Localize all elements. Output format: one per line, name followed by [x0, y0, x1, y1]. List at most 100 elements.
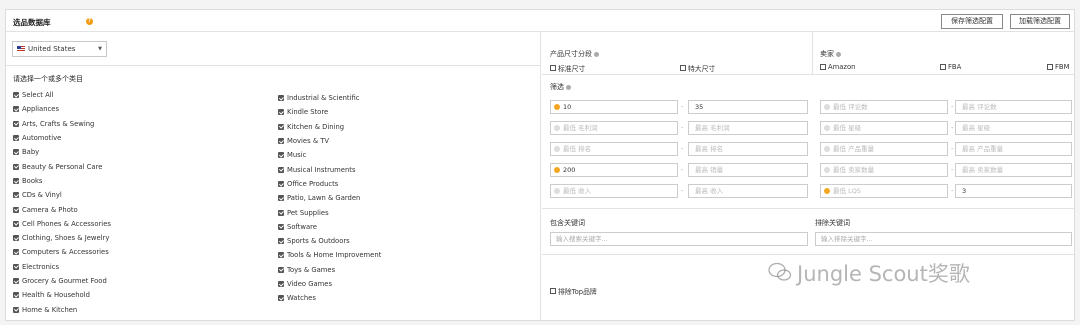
checkbox-checked-icon[interactable] — [13, 220, 19, 227]
category-checkbox[interactable]: Kitchen & Dining — [278, 120, 381, 134]
seller-fba-checkbox[interactable]: FBA — [940, 63, 961, 71]
category-checkbox[interactable]: Kindle Store — [278, 105, 381, 119]
filter-b-max-input[interactable]: 最高 星级 — [955, 121, 1072, 135]
category-checkbox[interactable]: Select All — [13, 88, 111, 102]
checkbox-checked-icon[interactable] — [13, 292, 19, 299]
exclude-top-brands-checkbox[interactable]: 排除Top品牌 — [550, 286, 597, 296]
filter-b-min-input[interactable]: 最低 星级 — [820, 121, 948, 135]
category-checkbox[interactable]: Musical Instruments — [278, 162, 381, 176]
checkbox-box[interactable] — [1047, 64, 1053, 70]
checkbox-checked-icon[interactable] — [13, 206, 19, 213]
checkbox-box[interactable] — [940, 64, 946, 70]
checkbox-checked-icon[interactable] — [13, 163, 19, 170]
category-checkbox[interactable]: Appliances — [13, 102, 111, 116]
filter-b-max-input[interactable]: 最高 卖家数量 — [955, 163, 1072, 177]
checkbox-checked-icon[interactable] — [278, 180, 284, 187]
checkbox-checked-icon[interactable] — [13, 306, 19, 313]
category-checkbox[interactable]: Clothing, Shoes & Jewelry — [13, 231, 111, 245]
checkbox-checked-icon[interactable] — [278, 95, 284, 102]
category-checkbox[interactable]: Watches — [278, 291, 381, 305]
size-standard-checkbox[interactable]: 标准尺寸 — [550, 63, 585, 73]
save-filter-button[interactable]: 保存筛选配置 — [941, 14, 1003, 29]
checkbox-box[interactable] — [550, 65, 556, 71]
filter-b-min-input[interactable]: 最低 LQS — [820, 184, 948, 198]
checkbox-checked-icon[interactable] — [278, 152, 284, 159]
filter-b-min-input[interactable]: 最低 评论数 — [820, 100, 948, 114]
checkbox-checked-icon[interactable] — [13, 177, 19, 184]
exclude-keywords-input[interactable]: 输入排除关键字... — [815, 232, 1072, 246]
category-checkbox[interactable]: Electronics — [13, 260, 111, 274]
checkbox-checked-icon[interactable] — [13, 235, 19, 242]
seller-amazon-checkbox[interactable]: Amazon — [820, 63, 855, 71]
category-checkbox[interactable]: Toys & Games — [278, 263, 381, 277]
checkbox-checked-icon[interactable] — [13, 106, 19, 113]
category-checkbox[interactable]: Movies & TV — [278, 134, 381, 148]
checkbox-checked-icon[interactable] — [278, 266, 284, 273]
filter-b-max-input[interactable]: 最高 产品重量 — [955, 142, 1072, 156]
filter-a-max-input[interactable]: 最高 销量 — [688, 163, 808, 177]
category-checkbox[interactable]: Sports & Outdoors — [278, 234, 381, 248]
filter-a-min-input[interactable]: 最低 排名 — [550, 142, 678, 156]
filter-a-min-input[interactable]: 10 — [550, 100, 678, 114]
category-checkbox[interactable]: Industrial & Scientific — [278, 91, 381, 105]
category-checkbox[interactable]: Cell Phones & Accessories — [13, 217, 111, 231]
checkbox-checked-icon[interactable] — [13, 135, 19, 142]
filter-b-min-input[interactable]: 最低 产品重量 — [820, 142, 948, 156]
size-oversize-checkbox[interactable]: 特大尺寸 — [680, 63, 715, 73]
checkbox-checked-icon[interactable] — [13, 120, 19, 127]
help-icon[interactable]: ? — [86, 18, 93, 25]
filter-a-min-input[interactable]: 最低 收入 — [550, 184, 678, 198]
checkbox-checked-icon[interactable] — [278, 295, 284, 302]
checkbox-box[interactable] — [820, 64, 826, 70]
load-filter-button[interactable]: 加载筛选配置 — [1010, 14, 1070, 29]
checkbox-checked-icon[interactable] — [278, 238, 284, 245]
country-select[interactable]: United States ▼ — [12, 41, 107, 57]
checkbox-box[interactable] — [680, 65, 686, 71]
checkbox-checked-icon[interactable] — [13, 263, 19, 270]
category-checkbox[interactable]: Tools & Home Improvement — [278, 248, 381, 262]
filter-a-max-input[interactable]: 最高 排名 — [688, 142, 808, 156]
filter-a-max-input[interactable]: 最高 收入 — [688, 184, 808, 198]
checkbox-checked-icon[interactable] — [13, 149, 19, 156]
checkbox-checked-icon[interactable] — [278, 166, 284, 173]
category-checkbox[interactable]: Camera & Photo — [13, 202, 111, 216]
checkbox-checked-icon[interactable] — [278, 138, 284, 145]
include-keywords-input[interactable]: 输入搜索关键字... — [550, 232, 808, 246]
checkbox-checked-icon[interactable] — [278, 223, 284, 230]
category-checkbox[interactable]: Music — [278, 148, 381, 162]
checkbox-checked-icon[interactable] — [278, 209, 284, 216]
checkbox-checked-icon[interactable] — [278, 109, 284, 116]
checkbox-checked-icon[interactable] — [278, 281, 284, 287]
category-checkbox[interactable]: Baby — [13, 145, 111, 159]
filter-a-max-input[interactable]: 最高 毛利润 — [688, 121, 808, 135]
category-checkbox[interactable]: Computers & Accessories — [13, 245, 111, 259]
category-checkbox[interactable]: Office Products — [278, 177, 381, 191]
category-checkbox[interactable]: Beauty & Personal Care — [13, 159, 111, 173]
checkbox-checked-icon[interactable] — [13, 92, 19, 99]
category-checkbox[interactable]: Grocery & Gourmet Food — [13, 274, 111, 288]
checkbox-checked-icon[interactable] — [278, 123, 284, 130]
checkbox-checked-icon[interactable] — [13, 192, 19, 199]
category-checkbox[interactable]: Video Games — [278, 277, 381, 291]
filter-a-min-input[interactable]: 200 — [550, 163, 678, 177]
category-checkbox[interactable]: CDs & Vinyl — [13, 188, 111, 202]
seller-fbm-checkbox[interactable]: FBM — [1047, 63, 1069, 71]
category-checkbox[interactable]: Books — [13, 174, 111, 188]
help-icon[interactable] — [594, 51, 599, 57]
checkbox-checked-icon[interactable] — [278, 252, 284, 259]
help-icon[interactable] — [836, 51, 841, 57]
category-checkbox[interactable]: Home & Kitchen — [13, 302, 111, 316]
category-checkbox[interactable]: Software — [278, 220, 381, 234]
checkbox-checked-icon[interactable] — [278, 195, 284, 202]
checkbox-checked-icon[interactable] — [13, 249, 19, 256]
filter-a-min-input[interactable]: 最低 毛利润 — [550, 121, 678, 135]
category-checkbox[interactable]: Automotive — [13, 131, 111, 145]
checkbox-box[interactable] — [550, 288, 556, 294]
category-checkbox[interactable]: Health & Household — [13, 288, 111, 302]
category-checkbox[interactable]: Pet Supplies — [278, 205, 381, 219]
help-icon[interactable] — [566, 84, 571, 90]
checkbox-checked-icon[interactable] — [13, 278, 19, 284]
filter-b-max-input[interactable]: 3 — [955, 184, 1072, 198]
category-checkbox[interactable]: Arts, Crafts & Sewing — [13, 117, 111, 131]
filter-a-max-input[interactable]: 35 — [688, 100, 808, 114]
